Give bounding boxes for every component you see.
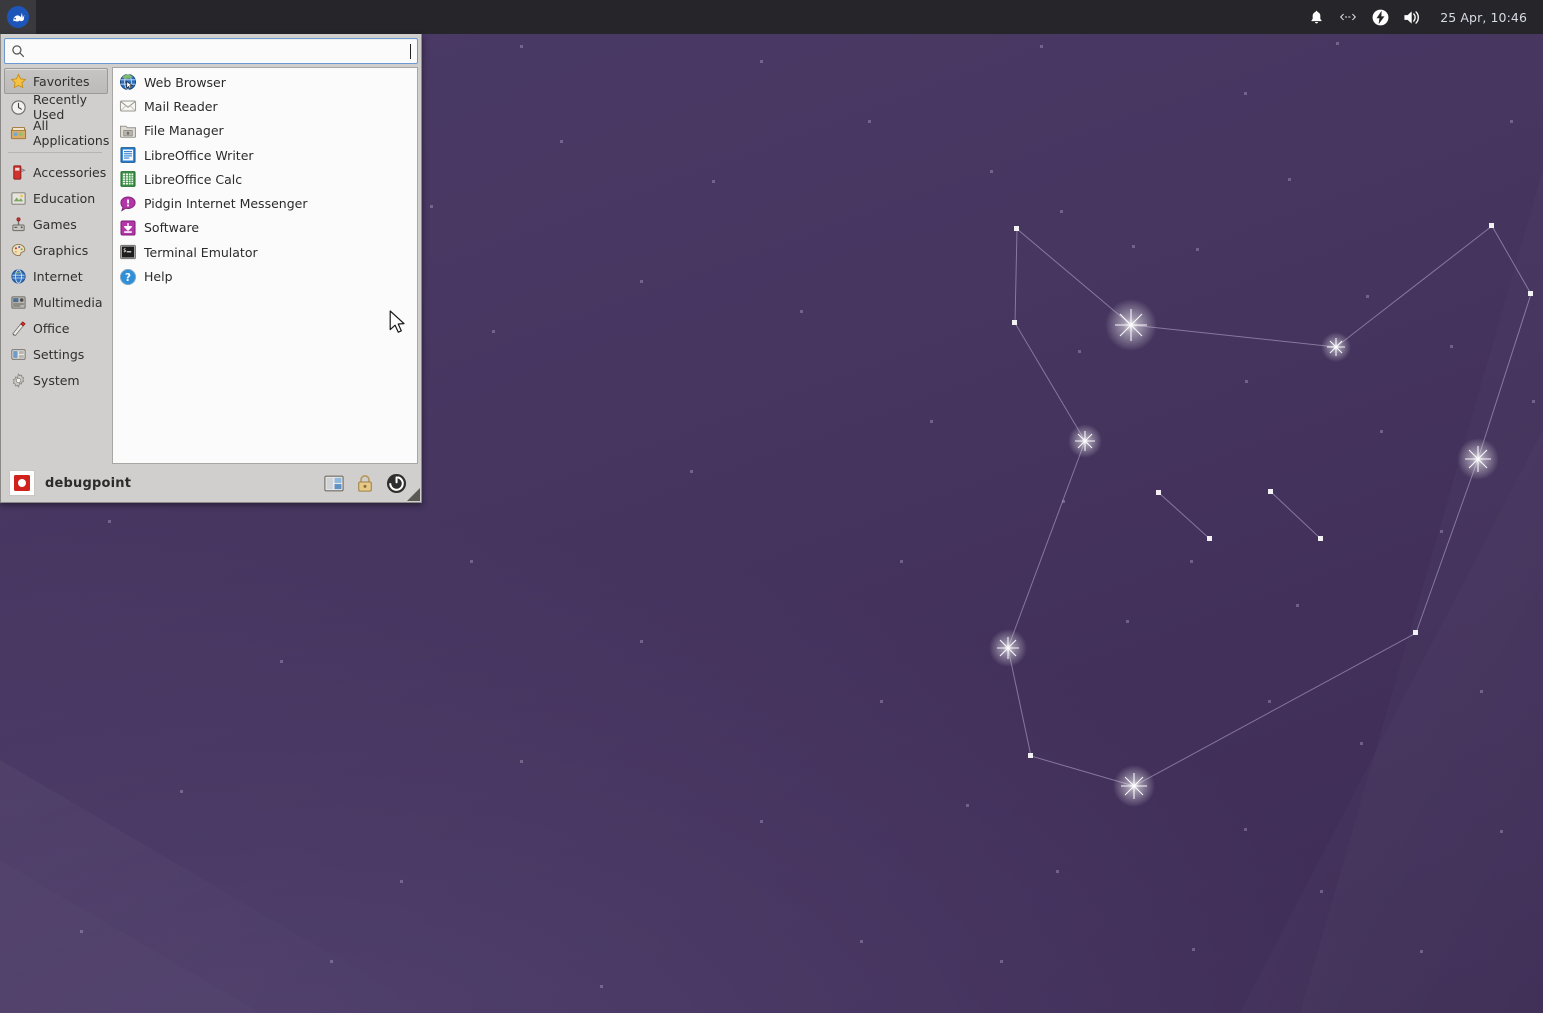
app-item-label: File Manager	[144, 123, 224, 139]
globe-icon	[11, 268, 26, 284]
whisker-mouse-icon	[7, 6, 29, 28]
lock-screen-button[interactable]	[354, 472, 376, 494]
app-item-label: Mail Reader	[144, 98, 218, 114]
search-icon	[12, 45, 25, 58]
education-icon	[11, 191, 26, 205]
app-item-help[interactable]: ? Help	[113, 264, 417, 288]
sidebar-item-games[interactable]: Games	[4, 211, 108, 237]
app-item-label: Pidgin Internet Messenger	[144, 196, 308, 212]
libreoffice-writer-icon	[120, 147, 136, 163]
switch-user-button[interactable]	[323, 472, 345, 494]
settings-icon	[11, 348, 26, 360]
app-item-label: LibreOffice Writer	[144, 147, 254, 163]
volume-icon[interactable]	[1396, 0, 1428, 34]
app-item-label: LibreOffice Calc	[144, 171, 243, 187]
app-item-web-browser[interactable]: Web Browser	[113, 70, 417, 94]
menu-footer: debugpoint	[1, 464, 421, 502]
applications-menu-button[interactable]	[0, 0, 36, 34]
sidebar-item-label: Games	[33, 216, 77, 232]
app-item-label: Web Browser	[144, 74, 226, 90]
menu-body: Favorites Recently Used All Applications	[1, 67, 421, 464]
search-row	[1, 34, 421, 67]
app-item-file-manager[interactable]: File Manager	[113, 119, 417, 143]
system-gear-icon	[12, 372, 25, 388]
app-item-mail-reader[interactable]: Mail Reader	[113, 94, 417, 118]
whisker-menu-window: Favorites Recently Used All Applications	[0, 34, 422, 503]
multimedia-icon	[11, 295, 26, 309]
file-manager-icon	[119, 125, 137, 138]
star-icon	[10, 72, 27, 88]
app-item-label: Terminal Emulator	[144, 244, 258, 260]
avatar[interactable]	[9, 470, 35, 496]
sidebar-item-all-applications[interactable]: All Applications	[4, 118, 110, 148]
sidebar-item-accessories[interactable]: Accessories	[4, 159, 108, 185]
pidgin-icon	[120, 196, 136, 212]
top-panel: 25 Apr, 10:46	[0, 0, 1543, 34]
web-browser-icon	[119, 74, 137, 91]
sidebar-item-label: Accessories	[33, 164, 107, 180]
app-item-libreoffice-writer[interactable]: LibreOffice Writer	[113, 143, 417, 167]
category-separator	[8, 152, 102, 153]
sidebar-item-label: Settings	[33, 346, 85, 362]
sidebar-item-label: Multimedia	[33, 294, 103, 310]
system-tray: 25 Apr, 10:46	[1300, 0, 1543, 34]
sidebar-item-favorites[interactable]: Favorites	[4, 68, 108, 94]
search-input[interactable]	[25, 43, 406, 59]
games-icon	[12, 216, 25, 231]
sidebar-item-internet[interactable]: Internet	[4, 263, 108, 289]
sidebar-item-settings[interactable]: Settings	[4, 341, 108, 367]
app-item-label: Software	[144, 220, 200, 236]
sidebar-item-label: Favorites	[33, 73, 90, 89]
application-list: Web Browser Mail Reader File Manager Lib…	[112, 67, 418, 464]
switch-user-icon	[324, 475, 344, 491]
app-item-pidgin[interactable]: Pidgin Internet Messenger	[113, 191, 417, 215]
sidebar-item-graphics[interactable]: Graphics	[4, 237, 108, 263]
mouse-cursor	[389, 310, 405, 333]
terminal-icon: $	[120, 245, 136, 260]
user-avatar-icon	[14, 475, 30, 491]
sidebar-item-education[interactable]: Education	[4, 185, 108, 211]
notification-bell-icon[interactable]	[1300, 0, 1332, 34]
search-box[interactable]	[4, 38, 418, 64]
software-icon	[120, 220, 136, 236]
sidebar-item-label: Internet	[33, 268, 83, 284]
sidebar-item-recently-used[interactable]: Recently Used	[4, 92, 108, 122]
sidebar-item-label: Office	[33, 320, 70, 336]
sidebar-item-label: All Applications	[33, 118, 110, 148]
sidebar-item-system[interactable]: System	[4, 367, 108, 393]
footer-actions	[323, 472, 417, 494]
app-item-software[interactable]: Software	[113, 216, 417, 240]
help-icon: ?	[120, 268, 136, 285]
username-label: debugpoint	[45, 475, 132, 491]
workspace-switch-icon[interactable]	[1332, 0, 1364, 34]
app-item-label: Help	[144, 269, 173, 285]
accessories-icon	[13, 164, 26, 180]
app-item-libreoffice-calc[interactable]: LibreOffice Calc	[113, 167, 417, 191]
libreoffice-calc-icon	[120, 171, 136, 188]
clock[interactable]: 25 Apr, 10:46	[1428, 10, 1533, 25]
power-icon	[386, 473, 406, 493]
sidebar-item-label: Education	[33, 190, 96, 206]
resize-grip[interactable]	[407, 488, 420, 501]
office-icon	[12, 320, 26, 336]
text-caret	[410, 43, 411, 59]
sidebar-item-multimedia[interactable]: Multimedia	[4, 289, 108, 315]
power-manager-icon[interactable]	[1364, 0, 1396, 34]
sidebar-item-label: System	[33, 372, 80, 388]
app-item-terminal-emulator[interactable]: $ Terminal Emulator	[113, 240, 417, 264]
drawer-icon	[10, 126, 27, 139]
svg-text:?: ?	[125, 271, 131, 283]
sidebar-item-office[interactable]: Office	[4, 315, 108, 341]
category-list: Favorites Recently Used All Applications	[4, 67, 110, 464]
log-out-button[interactable]	[385, 472, 407, 494]
clock-icon	[11, 99, 26, 115]
graphics-icon	[11, 243, 26, 256]
lock-icon	[358, 474, 372, 492]
sidebar-item-label: Graphics	[33, 242, 89, 258]
mail-reader-icon	[119, 100, 137, 112]
